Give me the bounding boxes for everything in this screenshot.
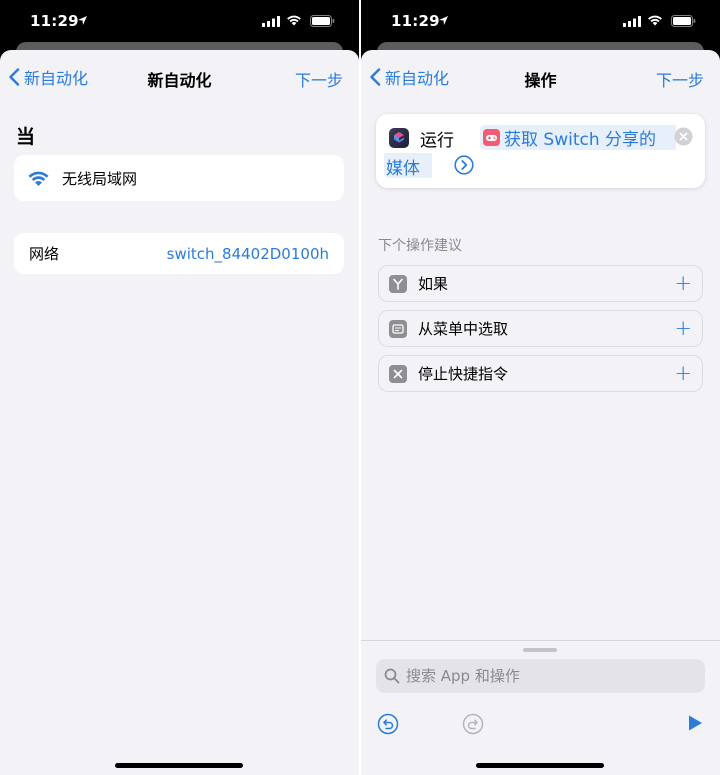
search-bar[interactable] xyxy=(376,659,705,693)
search-icon xyxy=(384,668,400,684)
wifi-status-icon xyxy=(287,15,301,26)
branch-icon xyxy=(389,274,407,293)
home-indicator xyxy=(476,763,604,768)
cellular-signal-icon xyxy=(262,16,280,27)
actions-drawer xyxy=(361,640,720,775)
search-input[interactable] xyxy=(406,667,686,685)
next-button[interactable]: 下一步 xyxy=(295,67,343,91)
status-bar: 11:29 xyxy=(361,0,720,44)
location-arrow-icon xyxy=(439,16,448,25)
network-label: 网络 xyxy=(29,245,60,263)
add-icon[interactable]: + xyxy=(674,318,692,339)
battery-icon xyxy=(671,15,696,27)
add-icon[interactable]: + xyxy=(674,363,692,384)
nav-bar: 新自动化 操作 下一步 xyxy=(361,50,720,104)
when-heading: 当 xyxy=(16,126,36,148)
network-value: switch_84402D0100h xyxy=(166,244,329,263)
cellular-signal-icon xyxy=(623,16,641,27)
shortcut-name-token[interactable]: 获取 Switch 分享的 xyxy=(504,125,656,150)
suggestion-label: 停止快捷指令 xyxy=(418,365,509,383)
menu-icon xyxy=(389,319,407,338)
home-indicator xyxy=(115,763,243,768)
remove-action-icon[interactable] xyxy=(674,127,693,146)
phone-screen-right: 11:29 新自动化 操作 下一步 运行 获取 Switch 分享的 媒体 下个… xyxy=(361,0,720,775)
run-label: 运行 xyxy=(420,131,454,151)
nav-bar: 新自动化 新自动化 下一步 xyxy=(0,50,359,104)
run-shortcut-action-card[interactable]: 运行 获取 Switch 分享的 媒体 xyxy=(376,114,705,188)
status-bar: 11:29 xyxy=(0,0,359,44)
redo-icon xyxy=(462,713,484,735)
expand-chevron-icon[interactable] xyxy=(454,155,474,175)
phone-screen-left: 11:29 新自动化 新自动化 下一步 当 无线局域网 网络 switch_84… xyxy=(0,0,359,775)
suggestion-label: 如果 xyxy=(418,275,449,293)
suggestion-label: 从菜单中选取 xyxy=(418,320,509,338)
suggestion-stop-shortcut[interactable]: 停止快捷指令 + xyxy=(378,355,703,392)
undo-icon[interactable] xyxy=(377,713,399,735)
actions-sheet: 新自动化 操作 下一步 运行 获取 Switch 分享的 媒体 下个操作建议 如… xyxy=(361,50,720,775)
play-icon[interactable] xyxy=(686,714,704,732)
status-time: 11:29 xyxy=(30,12,79,30)
suggestion-if[interactable]: 如果 + xyxy=(378,265,703,302)
trigger-card[interactable]: 无线局域网 xyxy=(14,155,344,201)
wifi-status-icon xyxy=(648,15,662,26)
status-time: 11:29 xyxy=(391,12,440,30)
add-icon[interactable]: + xyxy=(674,273,692,294)
suggestions-heading: 下个操作建议 xyxy=(378,238,462,254)
drawer-grabber[interactable] xyxy=(523,648,557,652)
suggestion-choose-from-menu[interactable]: 从菜单中选取 + xyxy=(378,310,703,347)
shortcut-name-token-cont[interactable]: 媒体 xyxy=(386,154,420,179)
next-button[interactable]: 下一步 xyxy=(656,67,704,91)
wifi-icon xyxy=(28,171,49,186)
battery-icon xyxy=(310,15,335,27)
shortcuts-app-icon xyxy=(389,128,409,148)
stop-icon xyxy=(389,364,407,383)
location-arrow-icon xyxy=(78,16,87,25)
gamecontroller-icon xyxy=(483,129,500,146)
automation-sheet: 新自动化 新自动化 下一步 当 无线局域网 网络 switch_84402D01… xyxy=(0,50,359,775)
trigger-label: 无线局域网 xyxy=(62,169,138,188)
network-row[interactable]: 网络 switch_84402D0100h xyxy=(14,233,344,274)
